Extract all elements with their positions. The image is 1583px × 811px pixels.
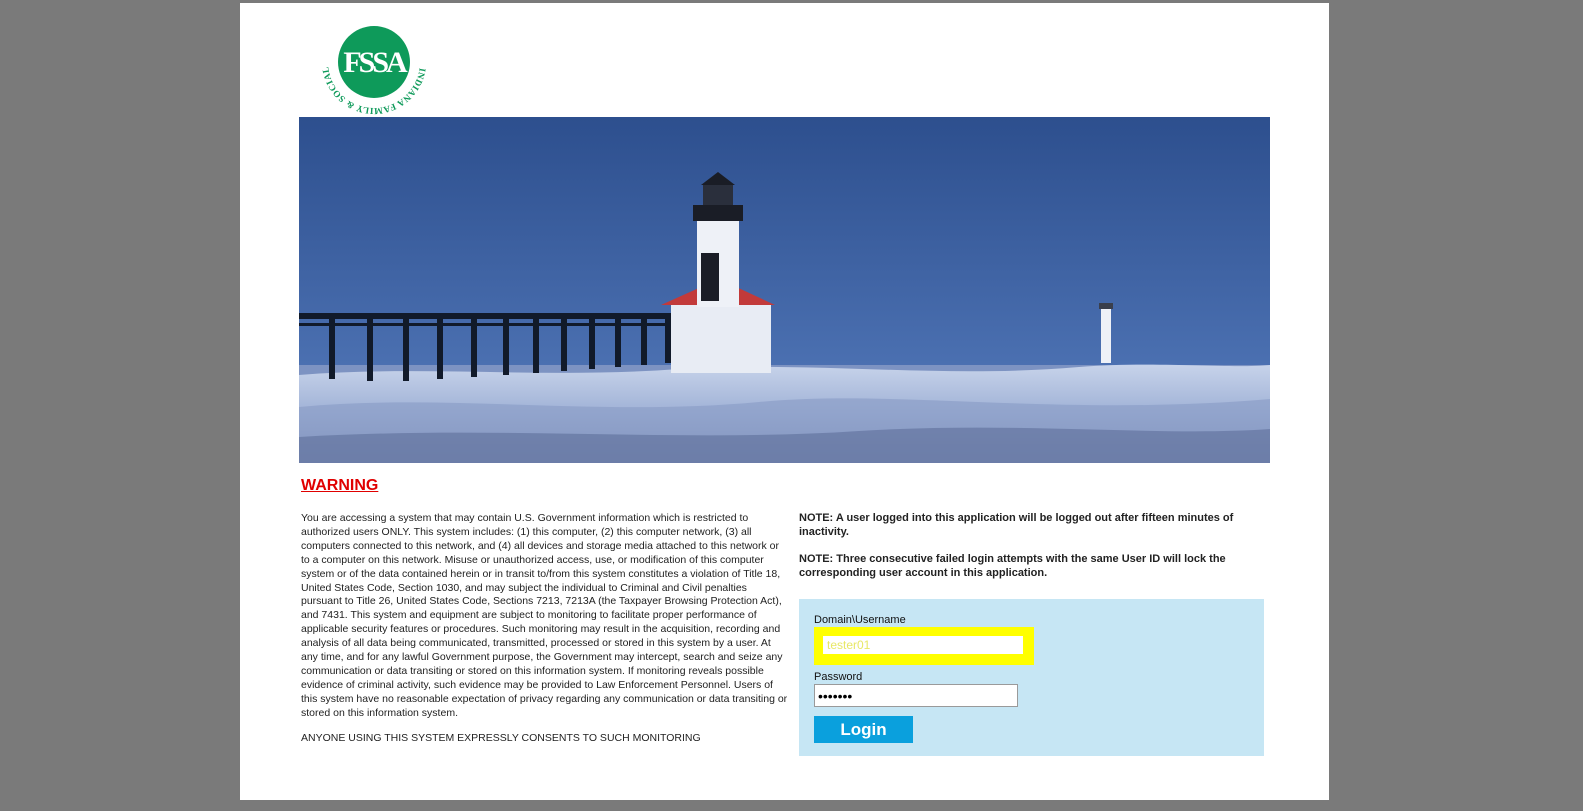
warning-body: You are accessing a system that may cont… xyxy=(301,512,789,721)
username-label: Domain\Username xyxy=(814,614,906,626)
password-label: Password xyxy=(814,671,863,683)
username-field[interactable] xyxy=(823,636,1023,654)
warning-title: WARNING xyxy=(301,477,379,494)
password-field[interactable] xyxy=(814,684,1018,707)
warning-text: You are accessing a system that may cont… xyxy=(301,512,788,719)
login-button[interactable]: Login xyxy=(814,716,913,743)
lockout-note: NOTE: Three consecutive failed login att… xyxy=(799,553,1226,579)
login-page: INDIANA FAMILY & SOCIAL SERVICES ADMINIS… xyxy=(240,0,1329,800)
fssa-logo: INDIANA FAMILY & SOCIAL SERVICES ADMINIS… xyxy=(313,0,430,118)
username-highlight xyxy=(814,627,1034,665)
consent-text: ANYONE USING THIS SYSTEM EXPRESSLY CONSE… xyxy=(301,732,701,744)
timeout-note: NOTE: A user logged into this applicatio… xyxy=(799,512,1234,538)
login-form: Domain\Username Password Login xyxy=(799,599,1264,756)
lighthouse-hero-image xyxy=(299,117,1270,463)
svg-text:FSSA: FSSA xyxy=(343,46,408,79)
